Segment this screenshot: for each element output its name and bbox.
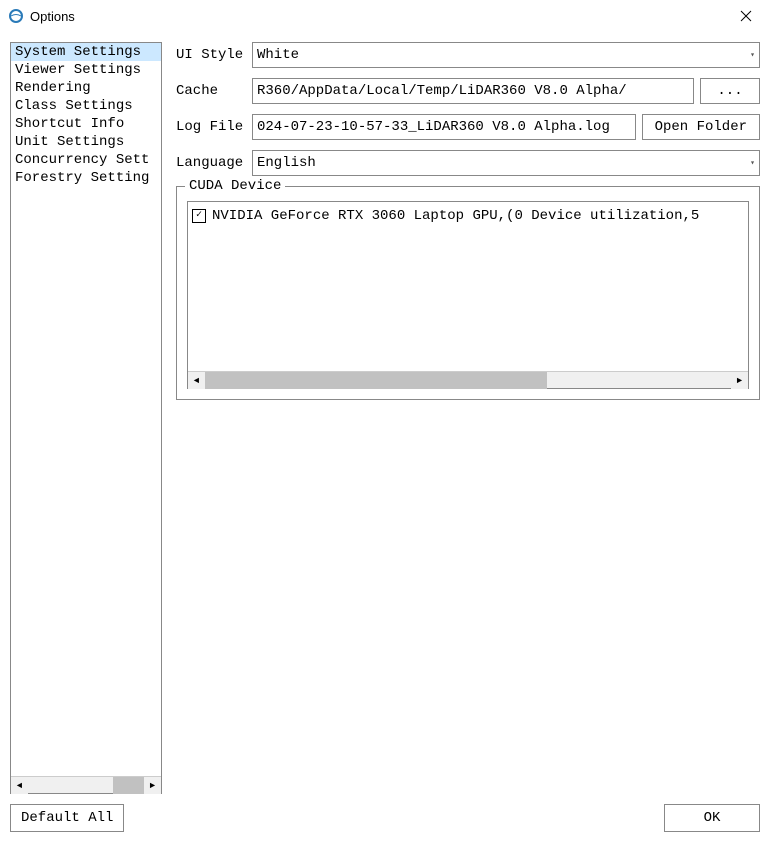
row-logfile: Log File Open Folder [176,114,760,140]
language-label: Language [176,155,252,171]
cuda-scrollbar[interactable]: ◄ ► [188,371,748,388]
scrollbar-track[interactable] [205,372,731,388]
app-icon [8,8,24,24]
cuda-legend: CUDA Device [185,178,285,194]
chevron-down-icon: ▾ [750,158,755,168]
cache-browse-button[interactable]: ... [700,78,760,104]
sidebar-item-system-settings[interactable]: System Settings [11,43,161,61]
sidebar-item-concurrency-settings[interactable]: Concurrency Sett [11,151,161,169]
logfile-input[interactable] [252,114,636,140]
ui-style-value: White [257,47,299,63]
cuda-content: ✓ NVIDIA GeForce RTX 3060 Laptop GPU,(0 … [188,202,748,371]
cuda-device-label: NVIDIA GeForce RTX 3060 Laptop GPU,(0 De… [212,208,699,224]
cuda-device-list: ✓ NVIDIA GeForce RTX 3060 Laptop GPU,(0 … [187,201,749,389]
chevron-down-icon: ▾ [750,50,755,60]
scroll-left-icon[interactable]: ◄ [11,777,28,794]
cuda-checkbox[interactable]: ✓ [192,209,206,223]
content-area: System Settings Viewer Settings Renderin… [0,32,770,804]
scrollbar-track[interactable] [28,777,144,793]
sidebar-item-forestry-settings[interactable]: Forestry Setting [11,169,161,187]
row-language: Language English ▾ [176,150,760,176]
sidebar: System Settings Viewer Settings Renderin… [10,42,162,794]
ok-button[interactable]: OK [664,804,760,832]
language-combo[interactable]: English ▾ [252,150,760,176]
cuda-device-item[interactable]: ✓ NVIDIA GeForce RTX 3060 Laptop GPU,(0 … [192,208,744,224]
main-panel: UI Style White ▾ Cache ... Log File Open… [162,42,760,794]
scroll-left-icon[interactable]: ◄ [188,372,205,389]
sidebar-item-class-settings[interactable]: Class Settings [11,97,161,115]
sidebar-list: System Settings Viewer Settings Renderin… [11,43,161,776]
row-cache: Cache ... [176,78,760,104]
scrollbar-thumb[interactable] [113,777,144,794]
cache-input[interactable] [252,78,694,104]
row-ui-style: UI Style White ▾ [176,42,760,68]
close-button[interactable] [730,0,762,32]
scroll-right-icon[interactable]: ► [731,372,748,389]
scroll-right-icon[interactable]: ► [144,777,161,794]
cuda-fieldset: CUDA Device ✓ NVIDIA GeForce RTX 3060 La… [176,186,760,400]
sidebar-scrollbar[interactable]: ◄ ► [11,776,161,793]
open-folder-button[interactable]: Open Folder [642,114,760,140]
window-title: Options [30,9,730,24]
scrollbar-thumb[interactable] [205,372,547,389]
logfile-label: Log File [176,119,252,135]
ui-style-label: UI Style [176,47,252,63]
cache-label: Cache [176,83,252,99]
footer: Default All OK [0,804,770,842]
sidebar-item-unit-settings[interactable]: Unit Settings [11,133,161,151]
ui-style-combo[interactable]: White ▾ [252,42,760,68]
titlebar: Options [0,0,770,32]
sidebar-item-viewer-settings[interactable]: Viewer Settings [11,61,161,79]
language-value: English [257,155,316,171]
default-all-button[interactable]: Default All [10,804,124,832]
sidebar-item-rendering[interactable]: Rendering [11,79,161,97]
sidebar-item-shortcut-info[interactable]: Shortcut Info [11,115,161,133]
